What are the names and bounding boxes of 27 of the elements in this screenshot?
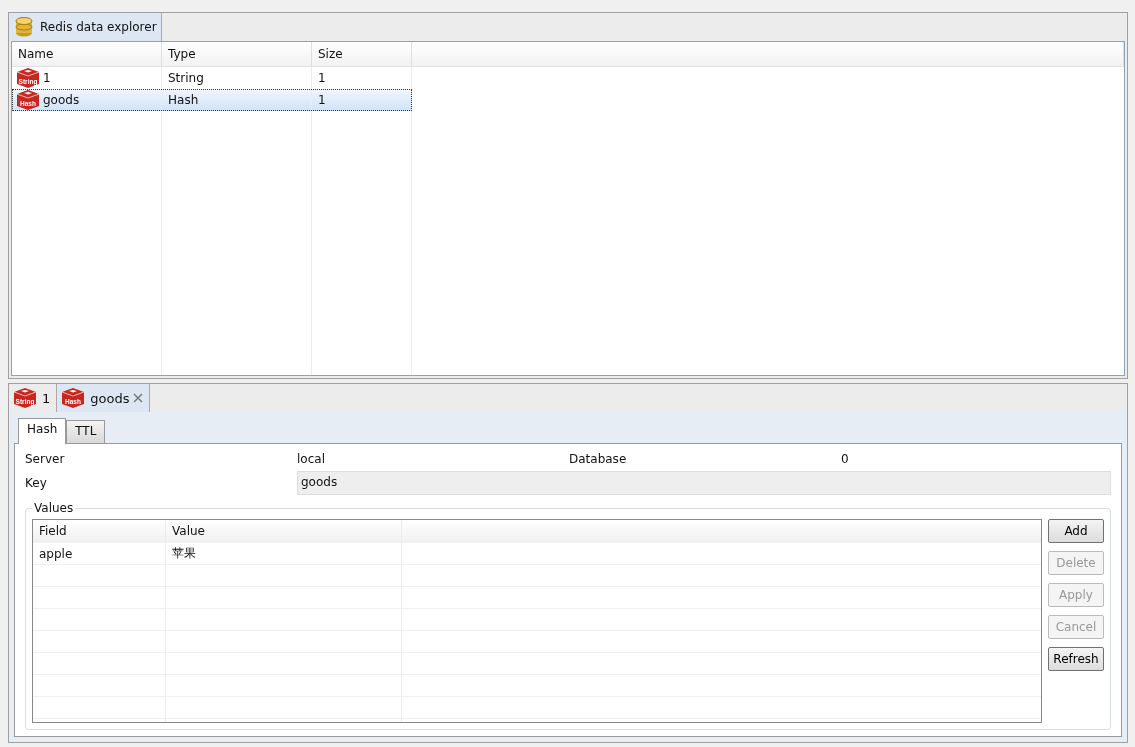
- close-icon[interactable]: [133, 393, 144, 403]
- table-cell: goods: [43, 93, 80, 107]
- column-header[interactable]: Type: [162, 42, 312, 66]
- tab[interactable]: Hash: [18, 418, 67, 444]
- database-value: 0: [841, 452, 850, 466]
- column-header[interactable]: Field: [33, 520, 166, 542]
- action-button[interactable]: Refresh: [1048, 647, 1104, 671]
- group-title: Values: [33, 501, 75, 515]
- table-cell: 1: [318, 93, 326, 107]
- table-cell: apple: [39, 546, 73, 561]
- column-header[interactable]: Name: [12, 42, 162, 66]
- database-label: Database: [569, 452, 628, 466]
- column-header[interactable]: Value: [166, 520, 402, 542]
- tab[interactable]: TTL: [66, 420, 106, 443]
- key-field[interactable]: goods: [297, 471, 1111, 495]
- server-value: local: [297, 452, 326, 466]
- table-cell: Hash: [168, 93, 199, 107]
- view-tab[interactable]: Redis data explorer: [9, 13, 162, 41]
- column-header[interactable]: Size: [312, 42, 412, 66]
- server-label: Server: [25, 452, 66, 466]
- action-button[interactable]: Add: [1048, 519, 1104, 543]
- table-cell: String: [168, 71, 204, 85]
- table-cell: 苹果: [172, 545, 196, 562]
- key-label: Key: [25, 476, 48, 490]
- table-cell: 1: [43, 71, 51, 85]
- database-icon: [14, 16, 34, 38]
- table-cell: 1: [318, 71, 326, 85]
